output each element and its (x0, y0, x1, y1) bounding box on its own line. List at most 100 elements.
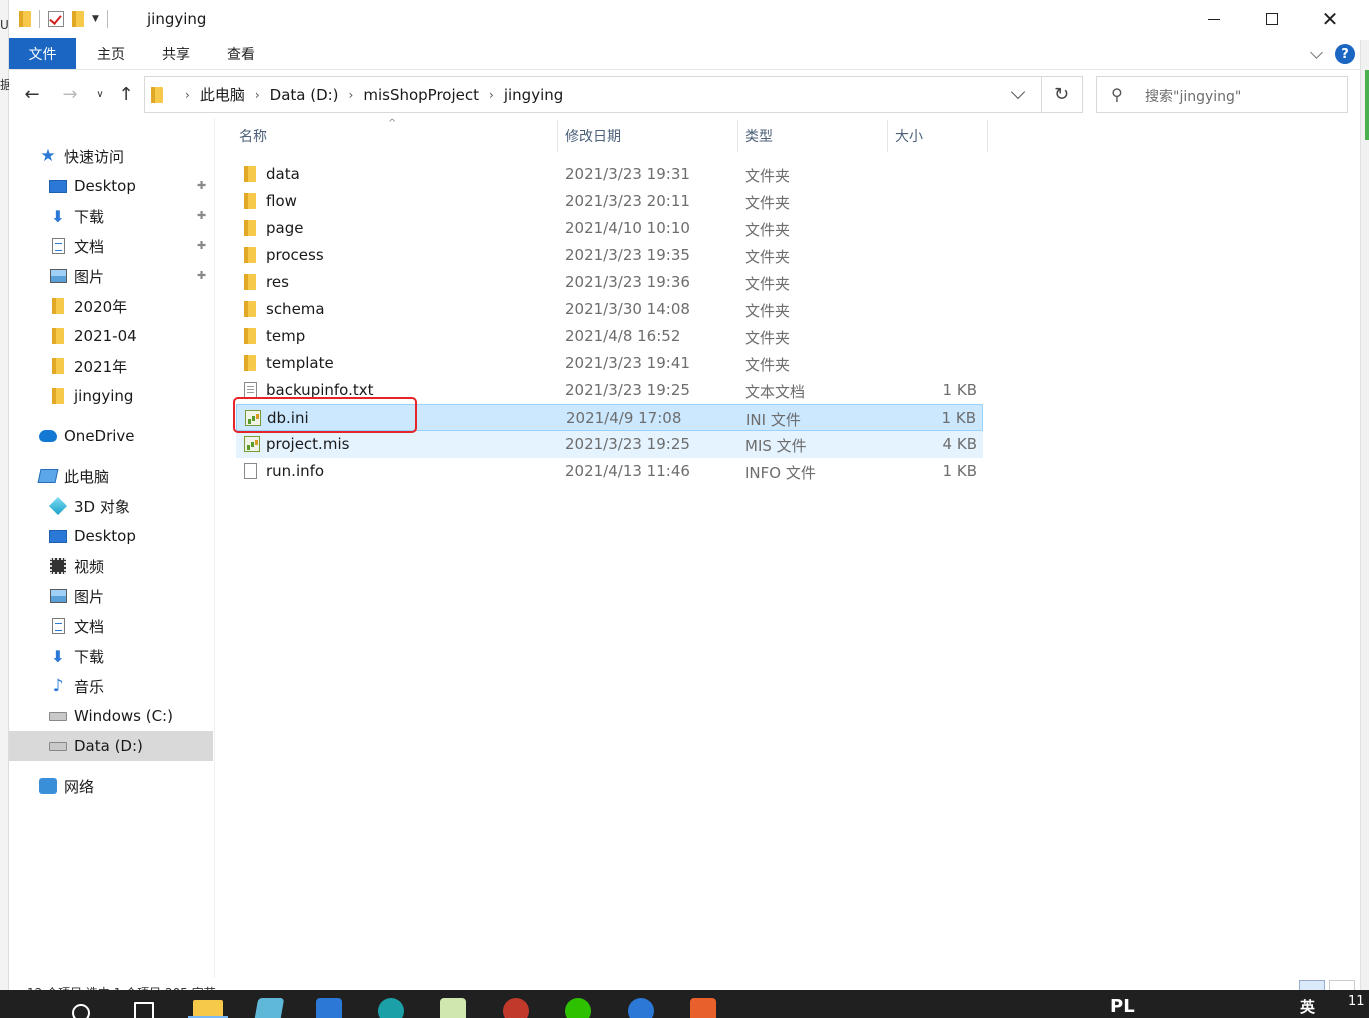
nav-item-2021-04[interactable]: 2021-04 (9, 321, 213, 351)
breadcrumb: › 此电脑 › Data (D:) › misShopProject › jin… (175, 77, 563, 112)
nav-item-2020[interactable]: 2020年 (9, 291, 213, 321)
nav-item-documents-pc[interactable]: 文档 (9, 611, 213, 641)
nav-this-pc[interactable]: 此电脑 (9, 461, 213, 491)
task-view-icon[interactable] (134, 1002, 154, 1018)
file-date: 2021/4/10 10:10 (565, 219, 690, 237)
folder-icon (52, 388, 64, 404)
tab-view[interactable]: 查看 (211, 38, 271, 69)
breadcrumb-this-pc[interactable]: 此电脑 (200, 84, 245, 105)
table-row[interactable]: schema 2021/3/30 14:08 文件夹 (236, 296, 983, 323)
minimize-button[interactable] (1185, 0, 1243, 38)
nav-quick-access[interactable]: ★ 快速访问 (9, 141, 213, 171)
edge-browser-icon[interactable] (378, 998, 404, 1018)
nav-item-pictures-pc[interactable]: 图片 (9, 581, 213, 611)
tab-home[interactable]: 主页 (81, 38, 141, 69)
sort-ascending-icon: ^ (388, 118, 397, 129)
chevron-right-icon[interactable]: › (489, 88, 494, 102)
pin-icon[interactable]: ✚ (197, 269, 206, 282)
maximize-button[interactable] (1243, 0, 1301, 38)
wechat-icon[interactable] (565, 998, 591, 1018)
up-button[interactable]: ↑ (115, 82, 137, 106)
table-row[interactable]: flow 2021/3/23 20:11 文件夹 (236, 188, 983, 215)
app-icon[interactable] (628, 998, 654, 1018)
recent-locations-button[interactable]: ∨ (93, 82, 107, 106)
nav-item-downloads[interactable]: ⬇ 下载 ✚ (9, 201, 213, 231)
file-type: 文件夹 (745, 248, 791, 266)
nav-item-videos[interactable]: 视频 (9, 551, 213, 581)
search-input[interactable]: ⚲ 搜索"jingying" (1096, 76, 1348, 113)
nav-item-drive-c[interactable]: Windows (C:) (9, 701, 213, 731)
file-type: 文件夹 (745, 275, 791, 293)
file-type: 文件夹 (745, 302, 791, 320)
table-row[interactable]: data 2021/3/23 19:31 文件夹 (236, 161, 983, 188)
nav-label: 网络 (64, 777, 95, 796)
column-header-name[interactable]: 名称 (239, 118, 557, 154)
config-file-icon (244, 436, 260, 452)
address-bar[interactable]: › 此电脑 › Data (D:) › misShopProject › jin… (144, 76, 1042, 113)
mb-app-icon[interactable] (690, 998, 716, 1018)
mail-icon[interactable] (316, 998, 342, 1018)
pin-icon[interactable]: ✚ (197, 179, 206, 192)
breadcrumb-jingying[interactable]: jingying (504, 86, 563, 104)
file-date: 2021/3/23 19:25 (565, 381, 690, 399)
table-row[interactable]: project.mis 2021/3/23 19:25 MIS 文件 4 KB (236, 431, 983, 458)
column-header-type[interactable]: 类型 (745, 118, 887, 154)
close-button[interactable]: ✕ (1301, 0, 1359, 38)
chevron-right-icon[interactable]: › (349, 88, 354, 102)
table-row[interactable]: page 2021/4/10 10:10 文件夹 (236, 215, 983, 242)
new-folder-icon[interactable] (72, 11, 84, 27)
tray-pinned-app[interactable]: PL (1110, 996, 1135, 1017)
properties-icon[interactable] (48, 11, 64, 27)
back-button[interactable]: ← (21, 82, 43, 106)
customize-toolbar-icon[interactable]: ▼ (92, 14, 99, 24)
nav-item-3d-objects[interactable]: 3D 对象 (9, 491, 213, 521)
tab-share[interactable]: 共享 (146, 38, 206, 69)
breadcrumb-misshopproject[interactable]: misShopProject (363, 86, 479, 104)
gear-icon[interactable] (503, 998, 529, 1018)
pin-icon[interactable]: ✚ (197, 209, 206, 222)
forward-button[interactable]: → (59, 82, 81, 106)
folder-icon (244, 301, 256, 317)
table-row[interactable]: process 2021/3/23 19:35 文件夹 (236, 242, 983, 269)
help-icon[interactable]: ? (1335, 44, 1355, 64)
table-row[interactable]: run.info 2021/4/13 11:46 INFO 文件 1 KB (236, 458, 983, 485)
column-header-size[interactable]: 大小 (895, 118, 987, 154)
file-type: 文件夹 (745, 356, 791, 374)
taskbar: PL 英 11 (0, 990, 1369, 1018)
sticky-notes-icon[interactable] (253, 998, 285, 1018)
nav-item-documents[interactable]: 文档 ✚ (9, 231, 213, 261)
file-name: process (266, 246, 324, 264)
chevron-down-icon[interactable] (1010, 84, 1026, 100)
table-row[interactable]: res 2021/3/23 19:36 文件夹 (236, 269, 983, 296)
nav-item-desktop[interactable]: Desktop ✚ (9, 171, 213, 201)
nav-item-downloads-pc[interactable]: ⬇ 下载 (9, 641, 213, 671)
nav-item-jingying[interactable]: jingying (9, 381, 213, 411)
search-icon[interactable] (72, 1004, 90, 1018)
table-row[interactable]: template 2021/3/23 19:41 文件夹 (236, 350, 983, 377)
nav-onedrive[interactable]: OneDrive (9, 421, 213, 451)
close-icon: ✕ (1321, 7, 1339, 31)
breadcrumb-data-d[interactable]: Data (D:) (270, 86, 339, 104)
nav-item-drive-d[interactable]: Data (D:) (9, 731, 213, 761)
input-language-indicator[interactable]: 英 (1300, 996, 1315, 1017)
nav-item-2021[interactable]: 2021年 (9, 351, 213, 381)
tab-file[interactable]: 文件 (9, 38, 76, 69)
clock[interactable]: 11 (1348, 994, 1365, 1009)
chevron-right-icon[interactable]: › (185, 88, 190, 102)
file-name: project.mis (266, 435, 350, 453)
expand-ribbon-icon[interactable] (1310, 45, 1323, 59)
nav-item-pictures[interactable]: 图片 ✚ (9, 261, 213, 291)
chevron-right-icon[interactable]: › (255, 88, 260, 102)
nav-network[interactable]: 网络 (9, 771, 213, 801)
table-row[interactable]: temp 2021/4/8 16:52 文件夹 (236, 323, 983, 350)
nav-item-desktop-pc[interactable]: Desktop (9, 521, 213, 551)
nav-label: Desktop (74, 177, 136, 195)
nav-label: 快速访问 (64, 147, 125, 166)
search-placeholder: 搜索"jingying" (1145, 89, 1242, 105)
refresh-button[interactable]: ↻ (1041, 76, 1083, 113)
folder-icon (52, 298, 64, 314)
pin-icon[interactable]: ✚ (197, 239, 206, 252)
notepad-icon[interactable] (440, 998, 466, 1018)
column-header-date[interactable]: 修改日期 (565, 118, 737, 154)
nav-item-music[interactable]: ♪ 音乐 (9, 671, 213, 701)
